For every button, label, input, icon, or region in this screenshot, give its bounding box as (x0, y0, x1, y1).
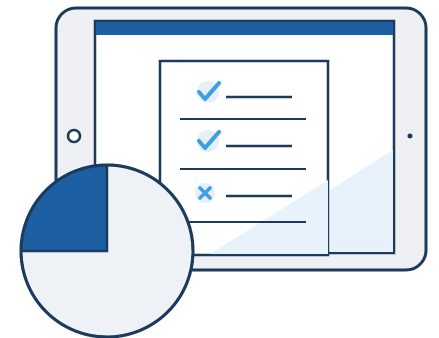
home-button (66, 128, 82, 144)
camera-dot (407, 133, 413, 139)
progress-pie (19, 163, 195, 338)
screen-header-bar (96, 22, 393, 35)
illustration (0, 0, 439, 338)
tablet-checklist-illustration (19, 6, 428, 338)
